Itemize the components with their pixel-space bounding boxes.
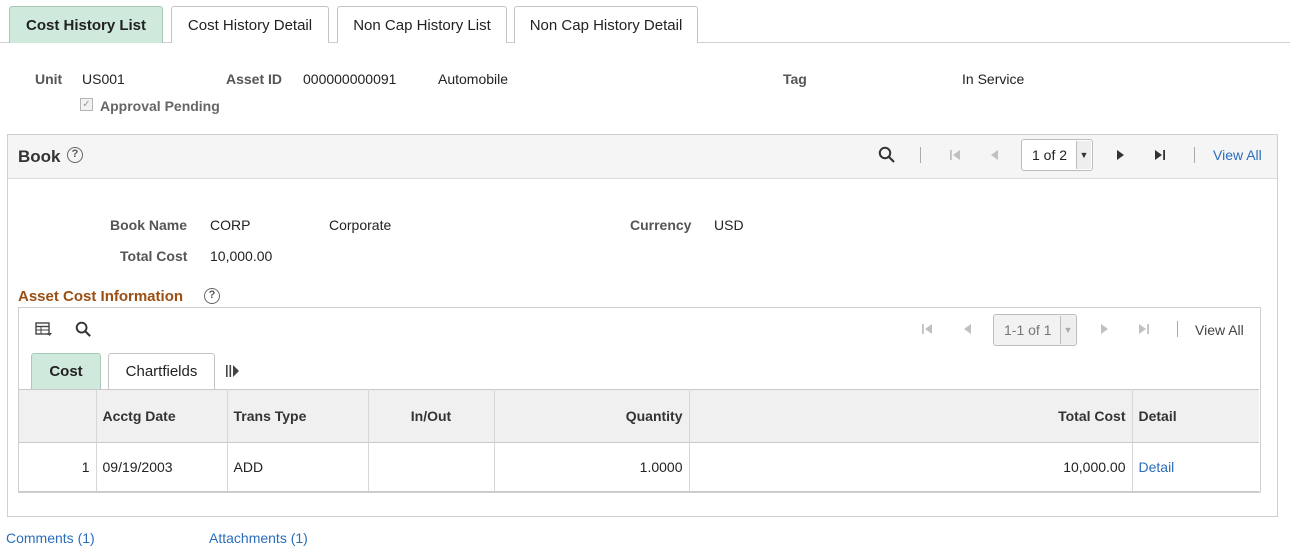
last-page-icon[interactable] <box>1153 148 1167 162</box>
previous-page-icon[interactable] <box>988 148 1002 162</box>
table-header-row: Acctg Date Trans Type In/Out Quantity To… <box>19 389 1259 443</box>
column-header-quantity: Quantity <box>494 389 690 443</box>
unit-label: Unit <box>35 71 63 87</box>
asset-id-value: 000000000091 <box>303 71 397 87</box>
chevron-down-icon: ▼ <box>1060 316 1075 344</box>
tab-cost[interactable]: Cost <box>31 353 101 389</box>
tag-label: Tag <box>783 71 807 87</box>
separator <box>1177 321 1178 337</box>
tab-label: Cost <box>49 363 83 380</box>
book-name-label: Book Name <box>110 217 188 233</box>
book-page-selector[interactable]: 1 of 2 ▼ <box>1021 139 1093 171</box>
personalize-grid-icon[interactable] <box>35 321 53 337</box>
search-icon[interactable] <box>878 146 896 164</box>
quantity-cell: 1.0000 <box>494 442 690 492</box>
tab-non-cap-history-list[interactable]: Non Cap History List <box>337 6 507 43</box>
asset-status: In Service <box>962 71 1025 87</box>
asset-cost-title: Asset Cost Information <box>18 288 184 305</box>
tab-label: Non Cap History Detail <box>529 16 683 34</box>
tab-cost-history-detail[interactable]: Cost History Detail <box>171 6 329 43</box>
row-number: 1 <box>19 442 97 492</box>
attachments-link[interactable]: Attachments (1) <box>209 530 308 546</box>
chevron-down-icon: ▼ <box>1076 141 1091 169</box>
column-header-in-out: In/Out <box>368 389 495 443</box>
tab-cost-history-list[interactable]: Cost History List <box>9 6 163 43</box>
column-header-detail: Detail <box>1132 389 1259 443</box>
asset-description: Automobile <box>438 71 509 87</box>
acctg-date-cell: 09/19/2003 <box>96 442 228 492</box>
total-cost-cell: 10,000.00 <box>689 442 1133 492</box>
help-icon[interactable]: ? <box>204 288 220 304</box>
table-row: 1 09/19/2003 ADD 1.0000 10,000.00 Detail <box>19 442 1259 492</box>
previous-page-icon[interactable] <box>961 322 975 336</box>
book-view-all-link[interactable]: View All <box>1213 147 1262 163</box>
total-cost-value: 10,000.00 <box>210 248 273 264</box>
detail-cell: Detail <box>1132 442 1259 492</box>
comments-link[interactable]: Comments (1) <box>6 530 95 546</box>
tab-label: Chartfields <box>125 363 198 380</box>
column-header-trans-type: Trans Type <box>227 389 369 443</box>
asset-cost-view-all-link[interactable]: View All <box>1195 322 1244 338</box>
approval-pending-checkbox[interactable]: ✓ <box>80 98 93 111</box>
next-page-icon[interactable] <box>1113 148 1127 162</box>
separator <box>1194 147 1195 163</box>
total-cost-label: Total Cost <box>120 248 188 264</box>
help-icon[interactable]: ? <box>67 147 83 163</box>
tab-chartfields[interactable]: Chartfields <box>108 353 215 389</box>
asset-cost-table: Acctg Date Trans Type In/Out Quantity To… <box>19 389 1259 492</box>
detail-link[interactable]: Detail <box>1139 459 1175 475</box>
column-header-total-cost: Total Cost <box>689 389 1133 443</box>
last-page-icon[interactable] <box>1137 322 1151 336</box>
currency-value: USD <box>714 217 744 233</box>
search-icon[interactable] <box>75 321 92 338</box>
show-all-columns-icon[interactable] <box>225 364 241 378</box>
approval-pending-label: Approval Pending <box>100 98 220 114</box>
currency-label: Currency <box>630 217 692 233</box>
column-header-row-number <box>19 389 97 443</box>
tab-label: Cost History List <box>25 16 146 34</box>
asset-cost-pager-text: 1-1 of 1 <box>1004 322 1052 338</box>
tab-label: Cost History Detail <box>187 16 313 34</box>
in-out-cell <box>368 442 495 492</box>
separator <box>920 147 921 163</box>
column-header-acctg-date: Acctg Date <box>96 389 228 443</box>
book-description: Corporate <box>329 217 392 233</box>
first-page-icon[interactable] <box>948 148 962 162</box>
book-pager-text: 1 of 2 <box>1032 147 1068 163</box>
unit-value: US001 <box>82 71 125 87</box>
first-page-icon[interactable] <box>920 322 934 336</box>
book-name-value: CORP <box>210 217 251 233</box>
trans-type-cell: ADD <box>227 442 369 492</box>
tab-non-cap-history-detail[interactable]: Non Cap History Detail <box>514 6 698 43</box>
next-page-icon[interactable] <box>1097 322 1111 336</box>
asset-cost-page-selector[interactable]: 1-1 of 1 ▼ <box>993 314 1077 346</box>
tab-label: Non Cap History List <box>353 16 491 34</box>
book-title: Book <box>18 147 61 166</box>
asset-id-label: Asset ID <box>226 71 283 87</box>
